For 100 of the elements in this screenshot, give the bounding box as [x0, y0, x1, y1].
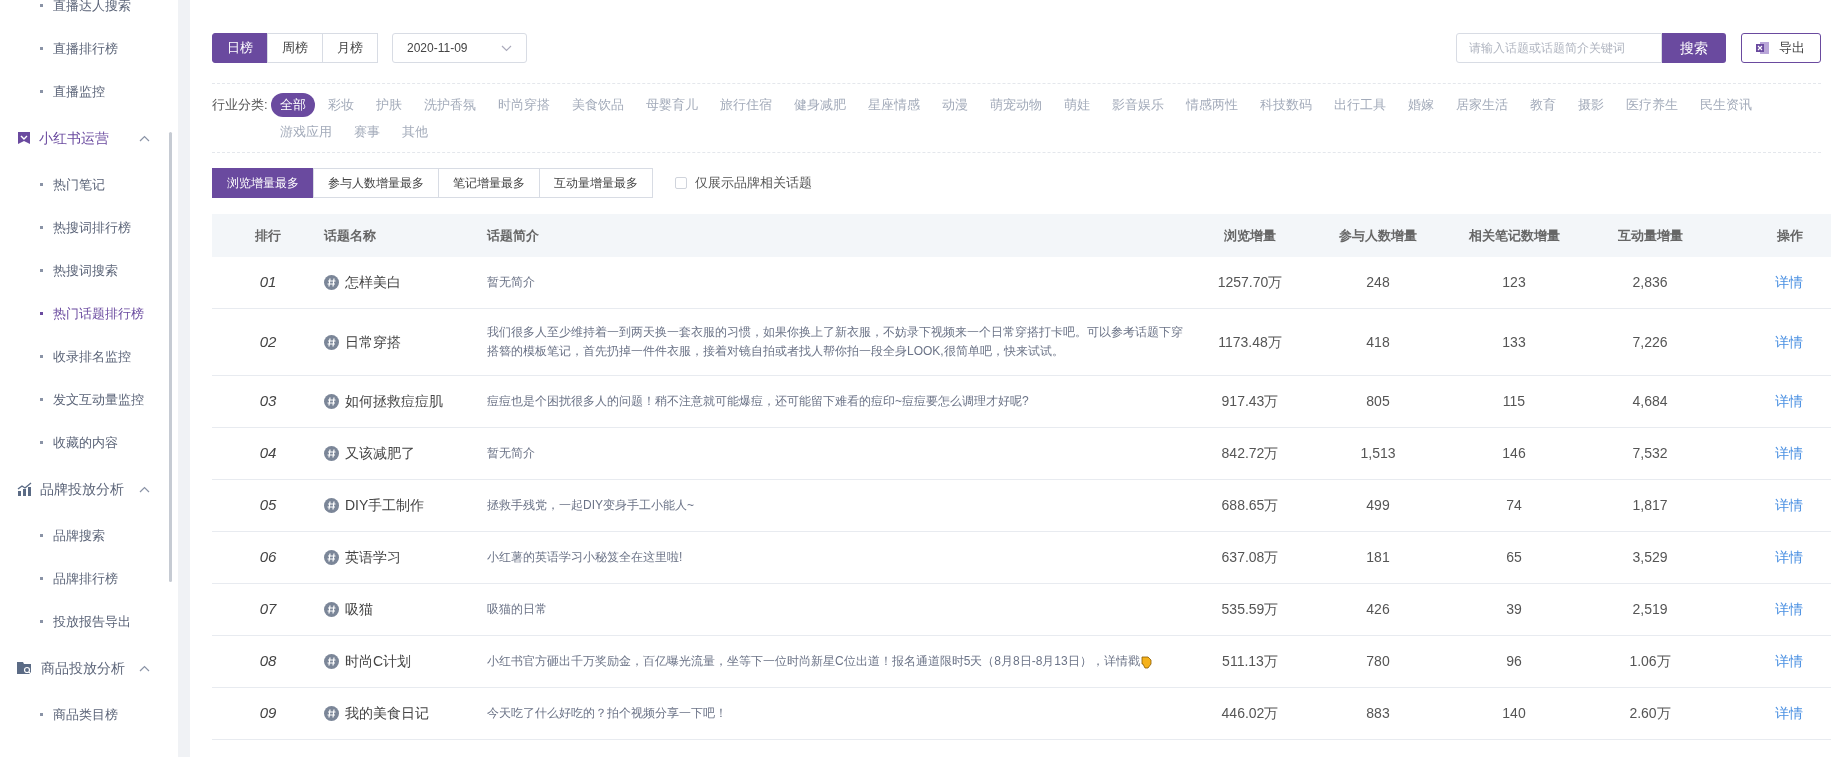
interactions-value: 2.60万 [1628, 704, 1672, 723]
sidebar-item[interactable]: 直播监控 [0, 70, 170, 113]
period-tab[interactable]: 日榜 [212, 33, 268, 63]
sidebar-item[interactable]: 热搜词搜索 [0, 249, 170, 292]
checkbox[interactable] [675, 177, 687, 189]
details-link[interactable]: 详情 [1775, 391, 1803, 412]
sidebar-item[interactable]: 直播排行榜 [0, 27, 170, 70]
views-value: 688.65万 [1220, 496, 1280, 515]
rank-number: 03 [258, 391, 278, 412]
views-value: 446.02万 [1220, 704, 1280, 723]
topic-name[interactable]: 又该减肥了 [345, 443, 415, 464]
hashtag-icon [324, 602, 339, 617]
participants-value: 499 [1365, 496, 1391, 515]
interactions-value: 1.06万 [1628, 652, 1672, 671]
participants-value: 780 [1365, 652, 1391, 671]
interactions-value: 3,529 [1631, 548, 1669, 567]
hashtag-icon [324, 654, 339, 669]
sort-tab[interactable]: 笔记增量最多 [438, 168, 540, 198]
interactions-value: 7,226 [1631, 332, 1669, 352]
rank-number: 02 [258, 331, 278, 352]
sidebar-item[interactable]: 商品类目榜 [0, 693, 170, 736]
rank-number: 06 [258, 547, 278, 568]
notes-value: 96 [1505, 652, 1523, 671]
notes-value: 39 [1505, 600, 1523, 619]
interactions-value: 7,532 [1631, 444, 1669, 463]
sidebar-group-header[interactable]: 品牌投放分析 [0, 464, 170, 514]
topic-name[interactable]: DIY手工制作 [345, 495, 425, 516]
details-link[interactable]: 详情 [1775, 651, 1803, 672]
interactions-value: 1,817 [1631, 496, 1669, 515]
hashtag-icon [324, 446, 339, 461]
sidebar-item[interactable]: 热搜词排行榜 [0, 206, 170, 249]
folder-search-icon [17, 661, 33, 675]
sidebar-item[interactable]: 品牌搜索 [0, 514, 170, 557]
notes-value: 123 [1501, 273, 1527, 292]
hashtag-icon [324, 334, 339, 350]
rank-number: 08 [258, 651, 278, 672]
sort-tab[interactable]: 参与人数增量最多 [313, 168, 439, 198]
search-button[interactable]: 搜索 [1662, 33, 1726, 63]
topic-name[interactable]: 我的美食日记 [345, 703, 429, 724]
details-link[interactable]: 详情 [1775, 495, 1803, 516]
details-link[interactable]: 详情 [1775, 331, 1803, 353]
participants-value: 805 [1365, 392, 1391, 411]
details-link[interactable]: 详情 [1775, 599, 1803, 620]
sort-tab[interactable]: 浏览增量最多 [212, 168, 314, 198]
rank-number: 07 [258, 599, 278, 620]
topic-name[interactable]: 吸猫 [345, 599, 373, 620]
participants-value: 418 [1365, 332, 1391, 352]
interactions-value: 2,519 [1631, 600, 1669, 619]
sidebar-item[interactable]: 收录排名监控 [0, 335, 170, 378]
details-link[interactable]: 详情 [1775, 443, 1803, 464]
sidebar-item[interactable]: 热门笔记 [0, 163, 170, 206]
sidebar-item[interactable]: 发文互动量监控 [0, 378, 170, 421]
views-value: 1257.70万 [1216, 273, 1284, 292]
period-tab[interactable]: 周榜 [267, 33, 323, 63]
column-header: 话题名称 [324, 226, 377, 245]
sidebar-item[interactable]: 投放报告导出 [0, 600, 170, 643]
topic-name[interactable]: 英语学习 [345, 547, 401, 568]
topic-intro: 我们很多人至少维持着一到两天换一套衣服的习惯，如果你换上了新衣服，不妨录下视频来一个日常穿搭打卡吧。可以参考话题下穿搭簪的模板笔记，首先扔掉一件件衣服，接着对镜自拍或者找人帮你拍一段全身LOOK,很简单吧，快来试试。 [487, 324, 1184, 360]
column-header: 排行 [254, 226, 282, 245]
date-select[interactable]: 2020-11-09 [392, 33, 527, 63]
hashtag-icon [324, 706, 339, 721]
topic-intro: 吸猫的日常 [487, 601, 547, 618]
sidebar-item[interactable]: 热门话题排行榜 [0, 292, 170, 335]
scrollbar[interactable] [169, 132, 172, 582]
chevron-icon [139, 485, 150, 493]
rank-number: 01 [258, 272, 278, 293]
sort-tab[interactable]: 互动量增量最多 [539, 168, 653, 198]
category-tag[interactable]: 全部 [270, 93, 315, 117]
views-value: 511.13万 [1221, 652, 1279, 671]
topic-name[interactable]: 怎样美白 [345, 272, 401, 293]
brand-filter-checkbox[interactable]: 仅展示品牌相关话题 [675, 173, 812, 193]
participants-value: 181 [1365, 548, 1391, 567]
category-label: 行业分类: [212, 96, 268, 114]
topic-name[interactable]: 如何拯救痘痘肌 [345, 391, 443, 412]
topic-intro: 今天吃了什么好吃的？拍个视频分享一下吧！ [487, 705, 727, 722]
interactions-value: 4,684 [1631, 392, 1669, 411]
topic-name[interactable]: 时尚C计划 [345, 651, 412, 672]
notes-value: 74 [1505, 496, 1523, 515]
column-header: 操作 [1776, 226, 1804, 245]
interactions-value: 2,836 [1631, 273, 1669, 292]
topic-intro: 暂无简介 [487, 274, 535, 291]
search-field[interactable]: 请输入话题或话题简介关键词 [1456, 33, 1662, 63]
details-link[interactable]: 详情 [1775, 547, 1803, 568]
export-button[interactable]: 导出 [1741, 33, 1821, 63]
topic-intro: 小红书官方砸出千万奖励金，百亿曝光流量，坐等下一位时尚新星C位出道！报名通道限时5天（8月8日-8月13日），详情戳 [487, 652, 1153, 671]
notes-value: 65 [1505, 548, 1523, 567]
sidebar-group-header[interactable]: 商品投放分析 [0, 643, 170, 693]
column-header: 浏览增量 [1223, 226, 1277, 245]
sidebar-group-header[interactable]: 小红书运营 [0, 113, 170, 163]
views-value: 535.59万 [1220, 600, 1280, 619]
period-tab[interactable]: 月榜 [322, 33, 378, 63]
hashtag-icon [324, 550, 339, 565]
column-header: 参与人数增量 [1338, 226, 1418, 245]
details-link[interactable]: 详情 [1775, 703, 1803, 724]
participants-value: 248 [1365, 273, 1391, 292]
sidebar-item[interactable]: 品牌排行榜 [0, 557, 170, 600]
sidebar-item[interactable]: 收藏的内容 [0, 421, 170, 464]
topic-name[interactable]: 日常穿搭 [345, 331, 401, 353]
details-link[interactable]: 详情 [1775, 272, 1803, 293]
participants-value: 883 [1365, 704, 1391, 723]
